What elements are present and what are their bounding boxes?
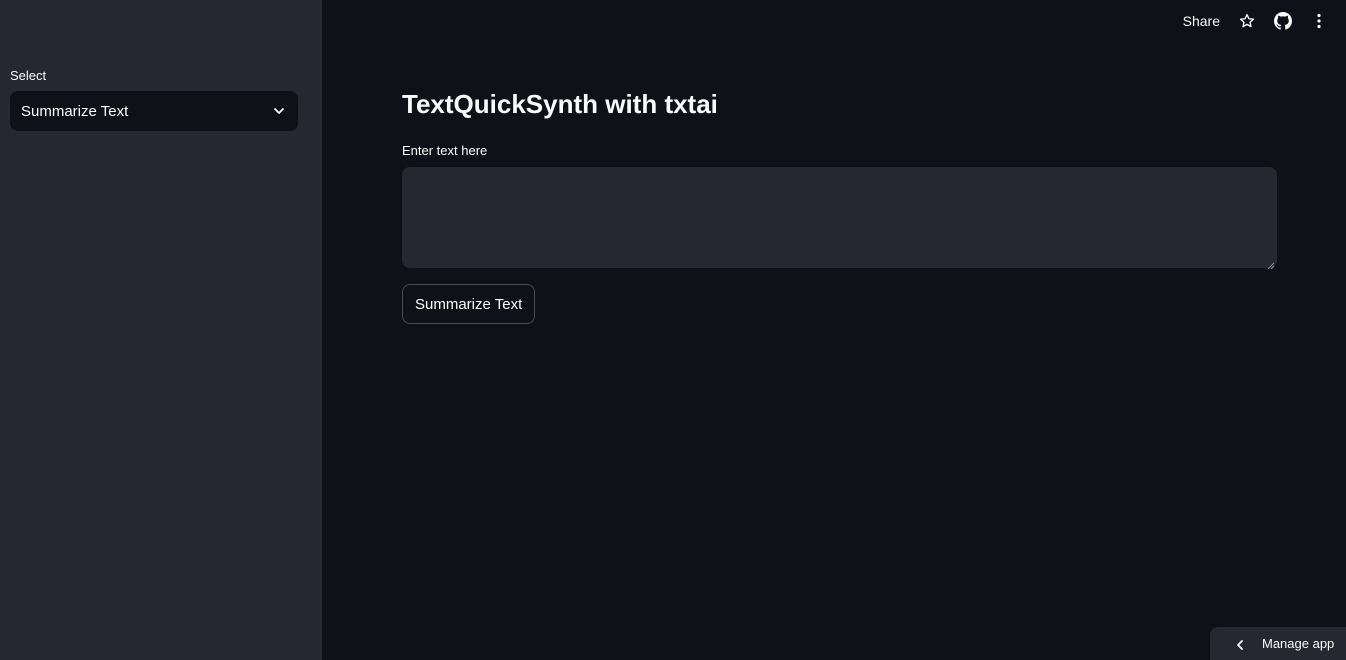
- chevron-down-icon: [272, 104, 286, 118]
- star-icon[interactable]: [1238, 12, 1256, 30]
- github-icon[interactable]: [1274, 12, 1292, 30]
- share-button[interactable]: Share: [1183, 13, 1220, 29]
- mode-select[interactable]: Summarize Text: [10, 91, 298, 131]
- manage-app-button[interactable]: Manage app: [1210, 627, 1346, 660]
- summarize-button[interactable]: Summarize Text: [402, 284, 536, 324]
- header-toolbar: Share: [1183, 0, 1346, 42]
- sidebar: Select Summarize Text: [0, 0, 322, 660]
- app-root: Select Summarize Text Share TextQuickSyn…: [0, 0, 1346, 660]
- text-input-label: Enter text here: [402, 143, 488, 158]
- chevron-left-icon: [1234, 638, 1246, 650]
- page-title: TextQuickSynth with txtai: [402, 89, 718, 119]
- select-value: Summarize Text: [21, 102, 129, 120]
- manage-app-label: Manage app: [1262, 636, 1335, 651]
- kebab-menu-icon[interactable]: [1310, 12, 1328, 30]
- select-label: Select: [10, 68, 47, 83]
- text-input[interactable]: [402, 167, 1277, 268]
- resize-handle-icon[interactable]: [1266, 257, 1275, 270]
